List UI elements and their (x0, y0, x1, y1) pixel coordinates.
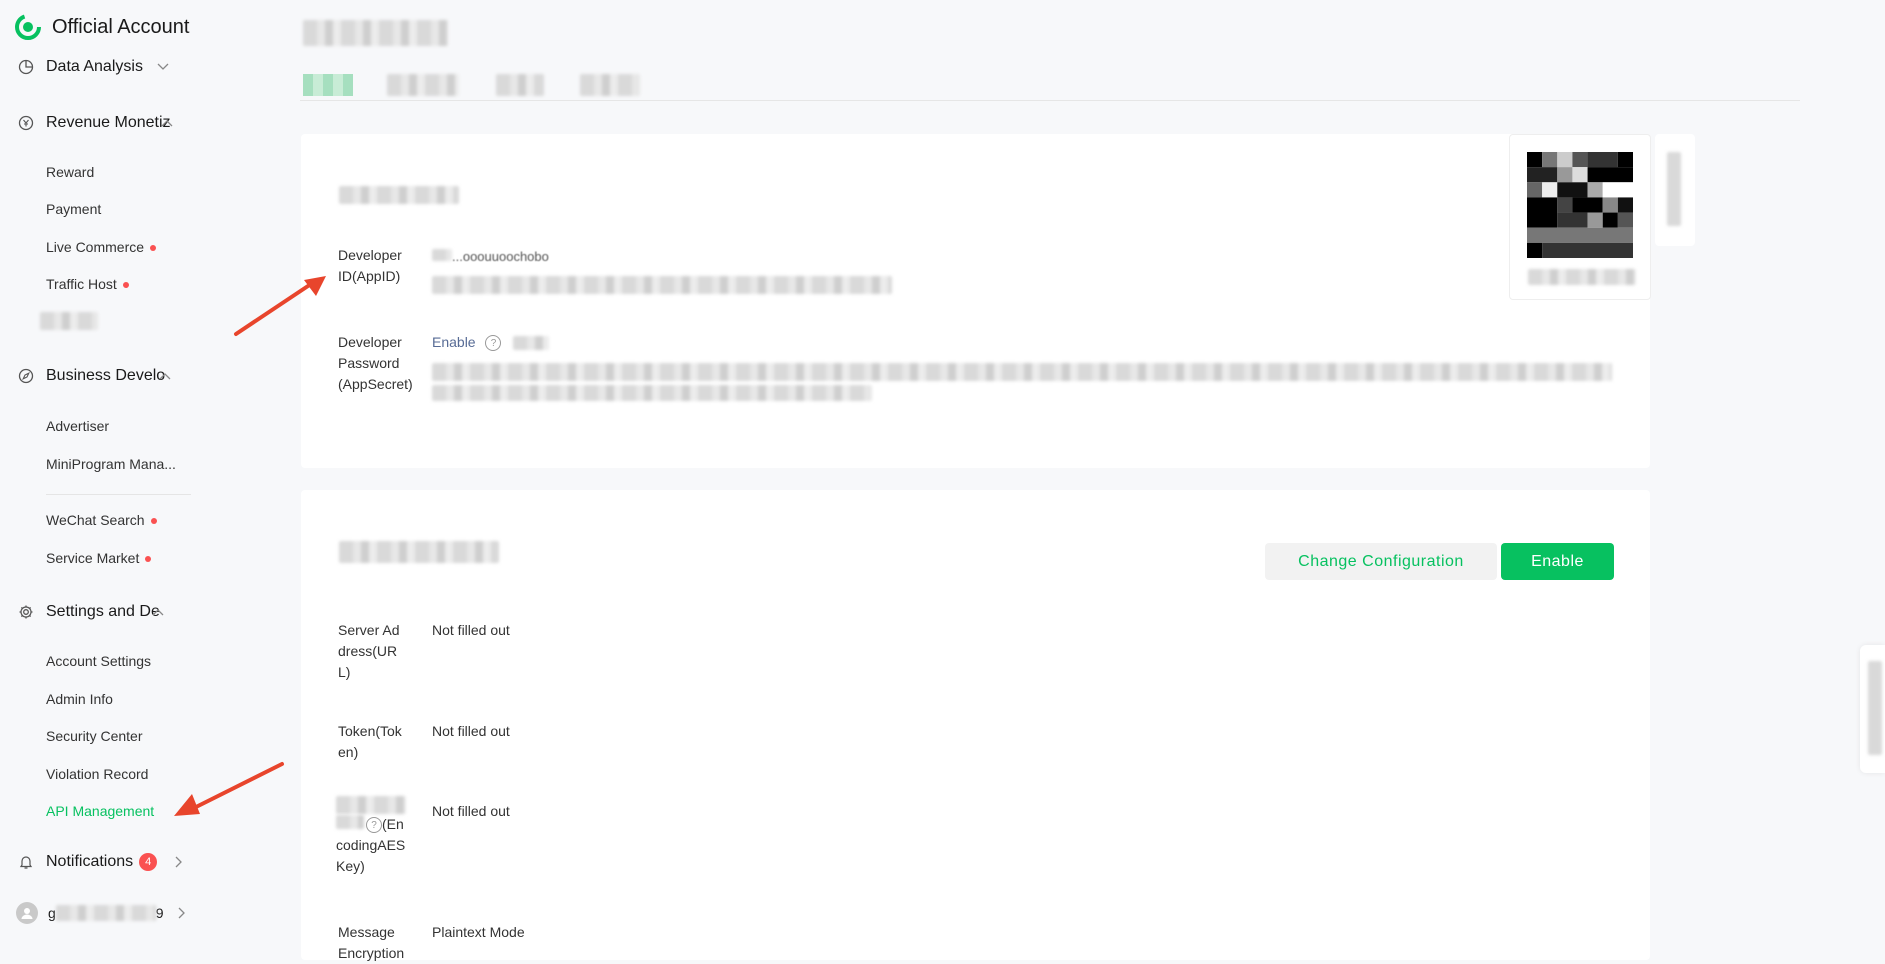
nav-notifications[interactable]: Notifications 4 (18, 853, 183, 871)
card-title-redacted (339, 186, 459, 204)
server-url-value: Not filled out (432, 622, 510, 638)
card-title-redacted (339, 541, 499, 563)
sidebar-item-wechat-search[interactable]: WeChat Search (46, 512, 157, 528)
new-dot (150, 518, 157, 525)
redacted-text (1868, 661, 1882, 755)
avatar (16, 902, 38, 924)
appid-partial-text: ...ooouuoochobo (452, 249, 549, 264)
sidebar-item-violation-record[interactable]: Violation Record (46, 766, 148, 782)
redacted-text (1667, 152, 1681, 226)
sidebar-item-miniprogram[interactable]: MiniProgram Mana... (46, 456, 176, 472)
appsecret-actions: Enable ? (432, 332, 550, 353)
gear-icon (18, 604, 34, 620)
account-name-suffix: 9 (155, 905, 164, 921)
nav-label: Notifications (46, 853, 134, 870)
sidebar-item-admin-info[interactable]: Admin Info (46, 691, 113, 707)
sidebar-item-payment[interactable]: Payment (46, 201, 101, 217)
redacted-text (40, 312, 98, 330)
divider (46, 494, 191, 495)
redacted-text (432, 249, 452, 261)
qr-code-panel (1509, 134, 1651, 300)
chevron-right-icon (178, 907, 186, 919)
help-icon[interactable]: ? (366, 817, 382, 834)
token-label: Token(Token) (338, 723, 402, 760)
brand[interactable]: Official Account (14, 10, 189, 44)
sidebar: Official Account Data Analysis Revenue M… (0, 0, 210, 948)
sidebar-item-service-market[interactable]: Service Market (46, 550, 152, 566)
token-value: Not filled out (432, 723, 510, 739)
new-dot (122, 282, 129, 289)
aes-key-label: ? (EncodingAESKey) (336, 796, 408, 877)
server-url-label: Server Address(URL) (338, 622, 400, 680)
message-encryption-label: Message Encryption (338, 924, 405, 961)
sidebar-item-api-management[interactable]: API Management (46, 803, 154, 819)
appid-label: Developer ID(AppID) (338, 247, 402, 284)
tab-active-redacted[interactable] (303, 74, 353, 96)
sidebar-item-advertiser[interactable]: Advertiser (46, 418, 109, 434)
nav-group-data-analysis[interactable]: Data Analysis (18, 58, 169, 76)
chevron-up-icon (161, 119, 173, 127)
account-menu[interactable]: g 9 (16, 902, 186, 924)
tab-redacted[interactable] (496, 74, 544, 96)
chevron-up-icon (159, 372, 171, 380)
tab-underline (300, 100, 1800, 101)
appsecret-description-redacted (432, 363, 1612, 381)
sidebar-item-label: Live Commerce (46, 239, 145, 255)
nav-group-label: Business Develo (46, 367, 166, 384)
appsecret-enable-link[interactable]: Enable (432, 334, 476, 350)
nav-group-revenue[interactable]: Revenue Monetiz (18, 114, 173, 132)
sidebar-item-security-center[interactable]: Security Center (46, 728, 142, 744)
sidebar-item-traffic-host[interactable]: Traffic Host (46, 276, 129, 292)
nav-group-business[interactable]: Business Develo (18, 367, 171, 385)
appsecret-description-redacted (432, 385, 872, 401)
enable-button[interactable]: Enable (1501, 543, 1614, 580)
chevron-up-icon (152, 608, 164, 616)
tab-redacted[interactable] (387, 74, 459, 96)
brand-name: Official Account (52, 15, 190, 38)
sidebar-item-redacted[interactable] (40, 312, 98, 333)
aes-key-value: Not filled out (432, 803, 510, 819)
redacted-text (513, 336, 550, 351)
appid-description-redacted (432, 276, 892, 294)
nav-group-label: Data Analysis (46, 58, 143, 75)
side-panel (1655, 134, 1695, 246)
appsecret-label: Developer Password (AppSecret) (338, 334, 413, 392)
redacted-text (336, 796, 406, 814)
official-account-logo-icon (15, 14, 41, 40)
new-dot (150, 245, 157, 252)
revenue-icon (18, 115, 34, 131)
pie-chart-icon (18, 59, 34, 75)
sidebar-item-label: Traffic Host (46, 276, 117, 292)
server-config-card: Change Configuration Enable Server Addre… (301, 490, 1650, 961)
redacted-account-name (55, 905, 156, 921)
account-name-prefix: g (48, 905, 56, 921)
nav-group-settings[interactable]: Settings and De (18, 603, 164, 621)
compass-icon (18, 368, 34, 384)
sidebar-item-label: Service Market (46, 550, 140, 566)
message-encryption-value: Plaintext Mode (432, 924, 525, 940)
chevron-right-icon (175, 856, 183, 868)
help-icon[interactable]: ? (485, 335, 502, 352)
sidebar-item-reward[interactable]: Reward (46, 164, 94, 180)
bell-icon (18, 854, 34, 870)
nav-group-label: Settings and De (46, 603, 160, 620)
sidebar-item-label: WeChat Search (46, 512, 145, 528)
new-dot (145, 556, 152, 563)
change-configuration-button[interactable]: Change Configuration (1265, 543, 1497, 580)
page-title-redacted (303, 20, 448, 46)
sidebar-item-account-settings[interactable]: Account Settings (46, 653, 151, 669)
qr-code-icon (1527, 152, 1633, 258)
developer-info-card: Developer ID(AppID) ...ooouuoochobo Deve… (301, 134, 1650, 468)
sidebar-item-live-commerce[interactable]: Live Commerce (46, 239, 157, 255)
redacted-text (336, 815, 364, 829)
notification-count-badge: 4 (139, 853, 158, 871)
floating-side-panel[interactable] (1860, 645, 1885, 773)
chevron-down-icon (157, 63, 169, 71)
appid-value: ...ooouuoochobo (432, 246, 549, 267)
nav-group-label: Revenue Monetiz (46, 114, 171, 131)
qr-caption-redacted (1528, 269, 1636, 285)
tab-redacted[interactable] (580, 74, 640, 96)
